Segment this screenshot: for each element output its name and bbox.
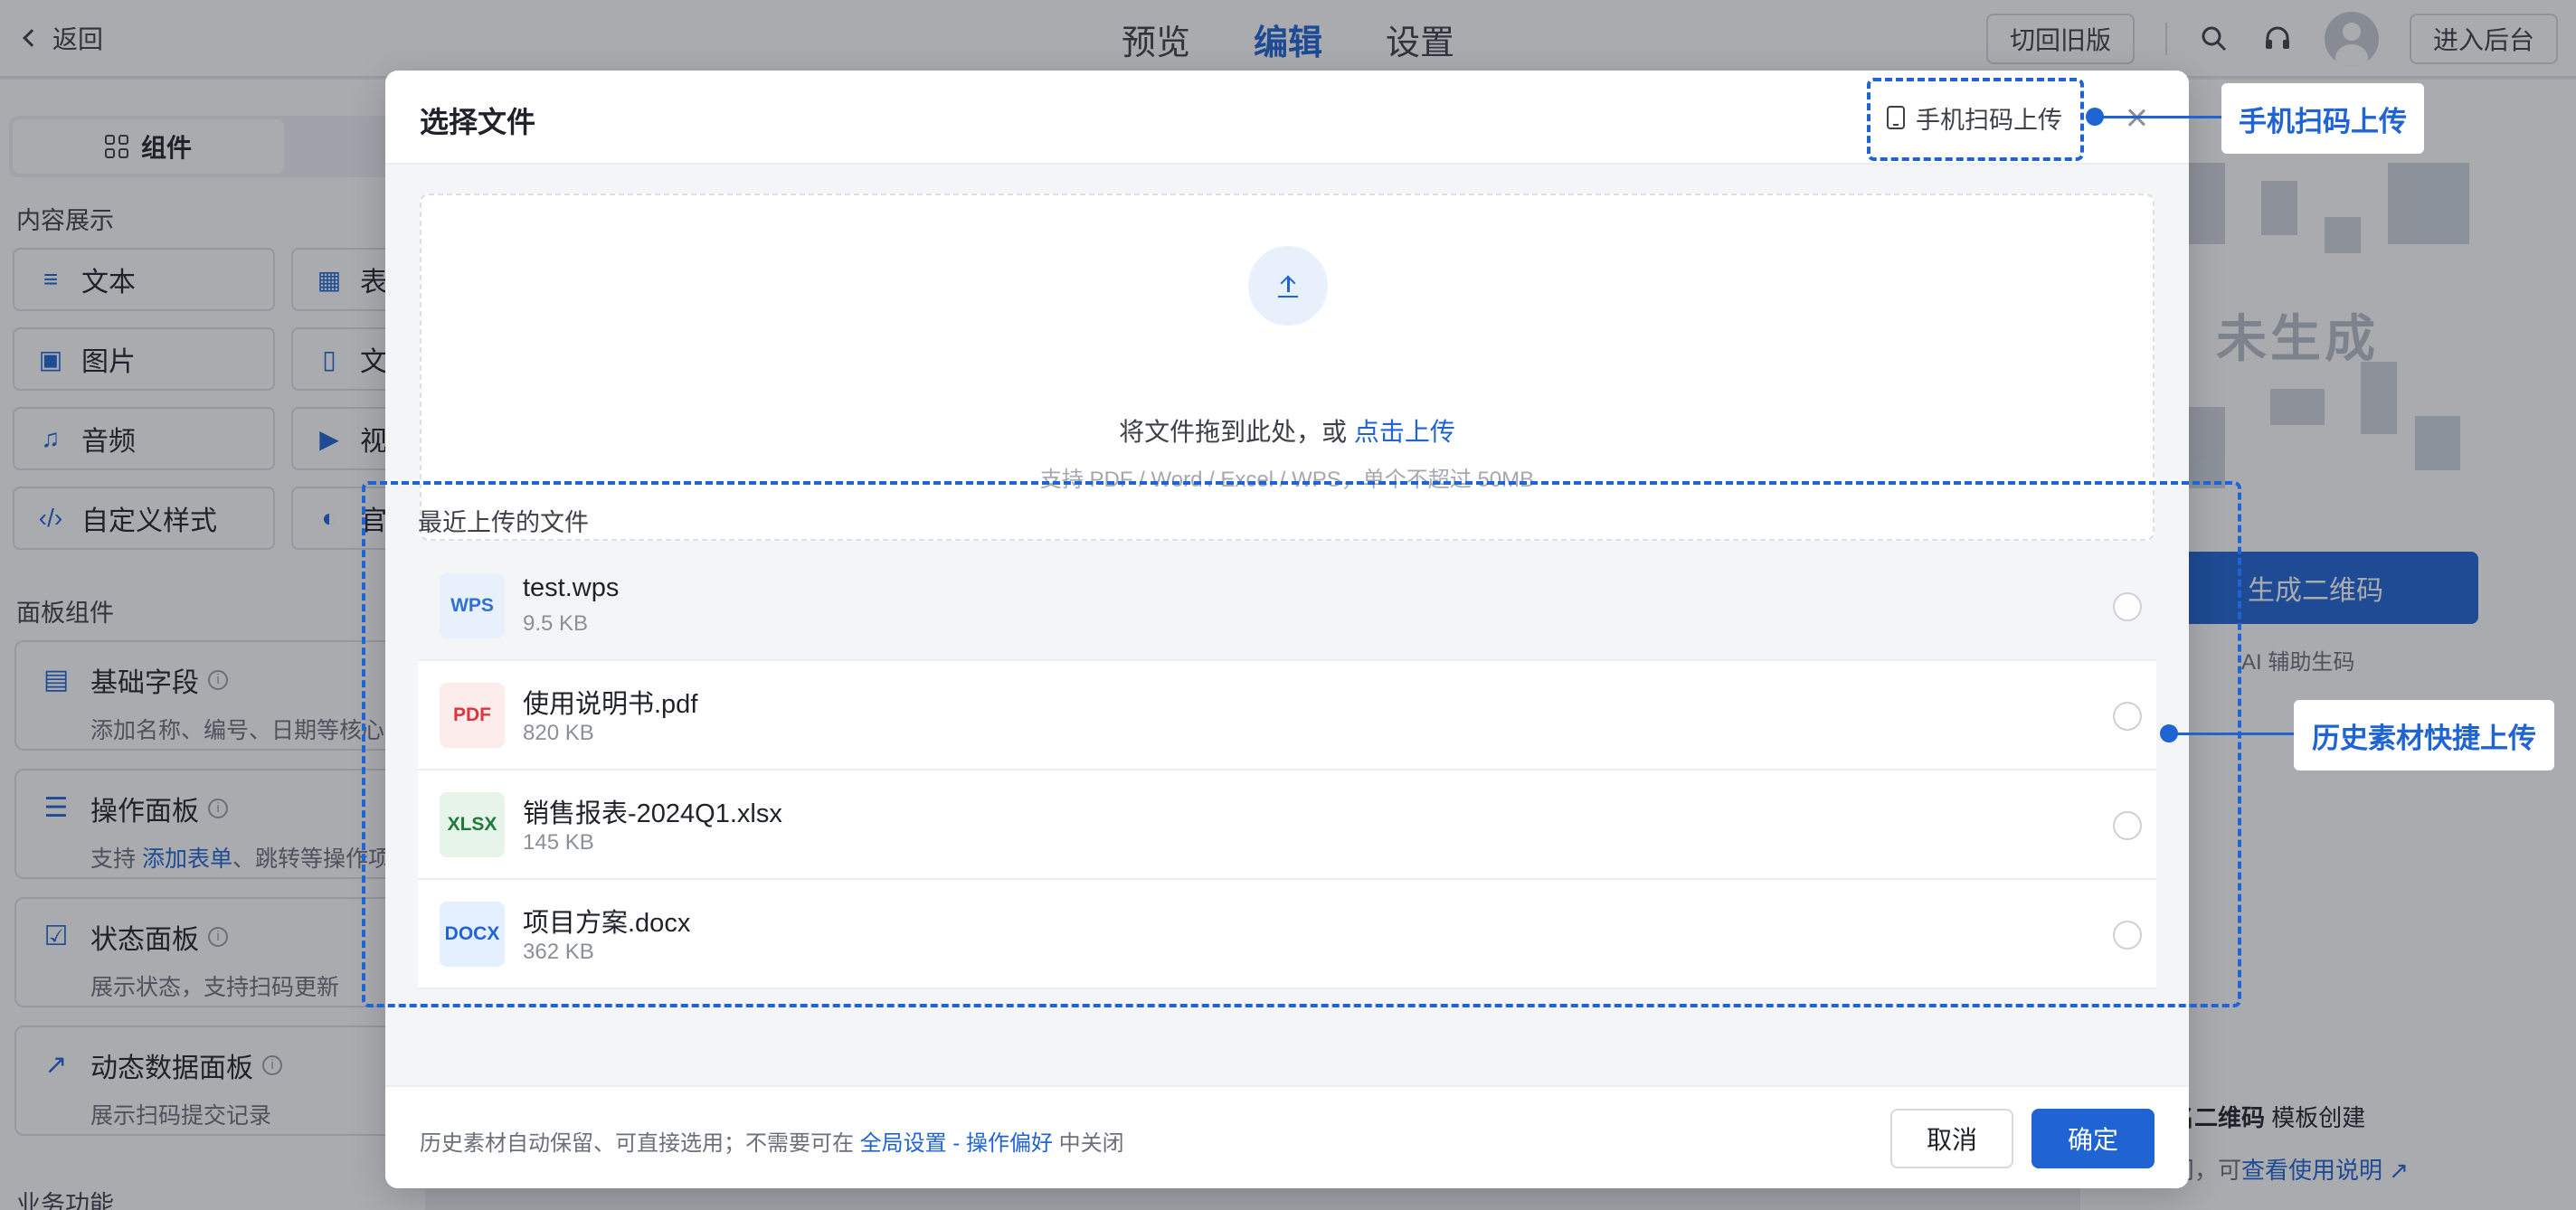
confirm-button[interactable]: 确定 [2031,1109,2155,1168]
callout-line [2169,733,2294,735]
scan-upload-callout: 手机扫码上传 [2221,83,2424,154]
history-upload-callout: 历史素材快捷上传 [2294,700,2554,770]
click-upload-link[interactable]: 点击上传 [1354,418,1455,446]
callout-line [2095,116,2223,118]
global-settings-link[interactable]: 全局设置 - 操作偏好 [860,1131,1053,1156]
dropzone-text: 将文件拖到此处，或 点击上传 [1119,418,1455,446]
dialog-footer: 历史素材自动保留、可直接选用；不需要可在 全局设置 - 操作偏好 中关闭 取消 … [385,1085,2189,1188]
history-files-highlight [362,481,2241,1007]
footer-note: 历史素材自动保留、可直接选用；不需要可在 全局设置 - 操作偏好 中关闭 [420,1131,1124,1156]
cancel-button[interactable]: 取消 [1890,1109,2013,1168]
scan-upload-highlight [1867,78,2084,161]
upload-icon [1248,246,1328,326]
dialog-title: 选择文件 [420,106,536,138]
